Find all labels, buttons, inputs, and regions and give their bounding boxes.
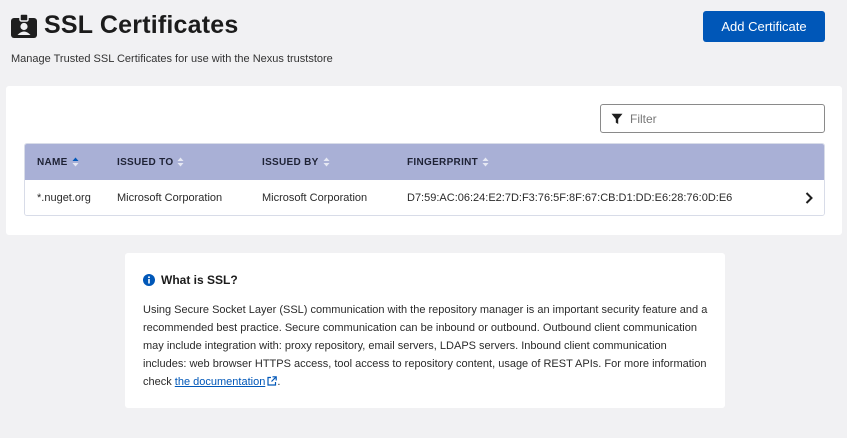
filter-icon [611,113,623,124]
column-header-issued-to[interactable]: ISSUED TO [117,144,184,180]
id-badge-icon [11,12,37,38]
sort-icon [323,157,330,167]
filter-input[interactable] [630,111,810,126]
info-body-suffix: . [277,376,281,388]
table-header: NAME ISSUED TO ISSUED BY FINGERPRINT [25,144,824,180]
column-header-label: ISSUED BY [262,156,319,168]
sort-icon [482,157,489,167]
cell-fingerprint: D7:59:AC:06:24:E2:7D:F3:76:5F:8F:67:CB:D… [407,192,733,204]
table-row[interactable]: *.nuget.org Microsoft Corporation Micros… [25,180,824,215]
info-icon [143,274,155,286]
sort-icon [177,157,184,167]
chevron-right-icon[interactable] [804,192,814,204]
info-header: What is SSL? [143,273,238,287]
external-link-icon [267,376,278,386]
column-header-fingerprint[interactable]: FINGERPRINT [407,144,489,180]
ssl-info-panel: What is SSL? Using Secure Socket Layer (… [125,253,725,408]
info-title: What is SSL? [161,273,238,287]
cell-issued-to: Microsoft Corporation [117,192,223,204]
cell-issued-by: Microsoft Corporation [262,192,368,204]
column-header-issued-by[interactable]: ISSUED BY [262,144,330,180]
column-header-label: FINGERPRINT [407,156,479,168]
filter-field[interactable] [600,104,825,133]
cell-name: *.nuget.org [37,192,91,204]
column-header-label: ISSUED TO [117,156,174,168]
column-header-name[interactable]: NAME [37,144,79,180]
page-subtitle: Manage Trusted SSL Certificates for use … [11,53,333,65]
page-title: SSL Certificates [44,11,239,39]
add-certificate-button[interactable]: Add Certificate [703,11,825,42]
documentation-link-label: the documentation [174,376,266,388]
documentation-link[interactable]: the documentation [175,376,278,388]
certificates-table: NAME ISSUED TO ISSUED BY FINGERPRINT *.n… [24,143,825,216]
page-header: SSL Certificates [10,11,238,40]
column-header-label: NAME [37,156,68,168]
certificates-card: NAME ISSUED TO ISSUED BY [6,86,842,235]
info-body: Using Secure Socket Layer (SSL) communic… [143,301,713,391]
sort-ascending-icon [72,157,79,167]
